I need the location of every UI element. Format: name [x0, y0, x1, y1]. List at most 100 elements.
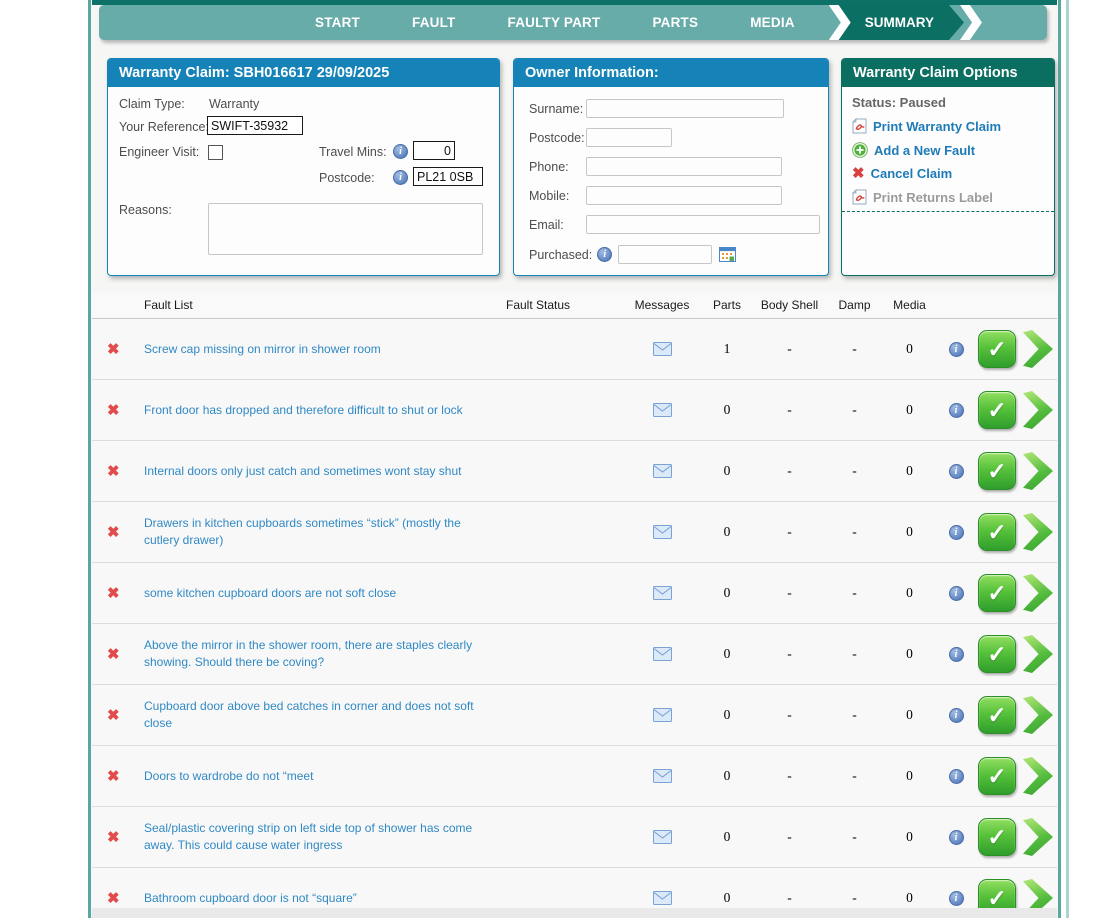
- delete-fault-icon[interactable]: ✖: [107, 586, 120, 601]
- info-icon[interactable]: i: [949, 525, 964, 540]
- owner-field-label: Mobile:: [529, 189, 586, 203]
- option-cancel-claim[interactable]: ✖ Cancel Claim: [852, 166, 1001, 181]
- owner-field-row: Mobile:: [529, 186, 782, 205]
- option-add-a-new-fault[interactable]: Add a New Fault: [852, 142, 1001, 158]
- info-icon[interactable]: i: [597, 247, 612, 262]
- complete-fault-button[interactable]: ✓: [978, 818, 1016, 856]
- info-icon[interactable]: i: [949, 647, 964, 662]
- option-link-label[interactable]: Add a New Fault: [874, 143, 975, 158]
- travel-mins-input[interactable]: [413, 141, 455, 160]
- info-icon[interactable]: i: [393, 144, 408, 159]
- message-icon[interactable]: [653, 891, 672, 905]
- info-icon[interactable]: i: [949, 403, 964, 418]
- message-icon[interactable]: [653, 403, 672, 417]
- info-icon[interactable]: i: [949, 830, 964, 845]
- info-icon[interactable]: i: [393, 170, 408, 185]
- fault-row: ✖ Cupboard door above bed catches in cor…: [92, 685, 1057, 746]
- damp-value: -: [827, 585, 882, 601]
- owner-email-input[interactable]: [586, 215, 820, 234]
- complete-fault-button[interactable]: ✓: [978, 635, 1016, 673]
- owner-mobile-input[interactable]: [586, 186, 782, 205]
- delete-fault-icon[interactable]: ✖: [107, 464, 120, 479]
- purchased-date-input[interactable]: [618, 245, 712, 264]
- option-print-warranty-claim[interactable]: Print Warranty Claim: [852, 118, 1001, 134]
- info-icon[interactable]: i: [949, 891, 964, 906]
- fault-link[interactable]: Screw cap missing on mirror in shower ro…: [140, 337, 500, 362]
- fault-link[interactable]: Bathroom cupboard door is not “square”: [140, 886, 500, 908]
- body-shell-value: -: [752, 646, 827, 662]
- tab-summary[interactable]: SUMMARY: [835, 5, 964, 40]
- info-icon[interactable]: i: [949, 708, 964, 723]
- open-fault-arrow[interactable]: [1023, 574, 1053, 612]
- fault-link[interactable]: Seal/plastic covering strip on left side…: [140, 816, 500, 858]
- complete-fault-button[interactable]: ✓: [978, 452, 1016, 490]
- nav-item-start[interactable]: START: [315, 15, 360, 30]
- info-icon[interactable]: i: [949, 342, 964, 357]
- open-fault-arrow[interactable]: [1023, 513, 1053, 551]
- owner-field-label: Surname:: [529, 102, 586, 116]
- owner-phone-input[interactable]: [586, 157, 782, 176]
- delete-fault-icon[interactable]: ✖: [107, 403, 120, 418]
- engineer-visit-checkbox[interactable]: [208, 145, 223, 160]
- info-icon[interactable]: i: [949, 769, 964, 784]
- owner-surname-input[interactable]: [586, 99, 784, 118]
- delete-fault-icon[interactable]: ✖: [107, 769, 120, 784]
- nav-item-fault[interactable]: FAULT: [412, 15, 456, 30]
- option-link-label[interactable]: Print Warranty Claim: [873, 119, 1001, 134]
- delete-fault-icon[interactable]: ✖: [107, 647, 120, 662]
- complete-fault-button[interactable]: ✓: [978, 696, 1016, 734]
- delete-fault-icon[interactable]: ✖: [107, 708, 120, 723]
- option-link-label[interactable]: Cancel Claim: [871, 166, 953, 181]
- complete-fault-button[interactable]: ✓: [978, 879, 1016, 908]
- message-icon[interactable]: [653, 586, 672, 600]
- delete-fault-icon[interactable]: ✖: [107, 891, 120, 906]
- open-fault-arrow[interactable]: [1023, 330, 1053, 368]
- info-icon[interactable]: i: [949, 464, 964, 479]
- message-icon[interactable]: [653, 525, 672, 539]
- fault-link[interactable]: Doors to wardrobe do not “meet: [140, 764, 500, 789]
- info-icon[interactable]: i: [949, 586, 964, 601]
- open-fault-arrow[interactable]: [1023, 696, 1053, 734]
- open-fault-arrow[interactable]: [1023, 818, 1053, 856]
- message-icon[interactable]: [653, 342, 672, 356]
- owner-field-label: Email:: [529, 218, 586, 232]
- complete-fault-button[interactable]: ✓: [978, 391, 1016, 429]
- fault-link[interactable]: Drawers in kitchen cupboards sometimes “…: [140, 511, 500, 553]
- delete-fault-icon[interactable]: ✖: [107, 525, 120, 540]
- delete-fault-icon[interactable]: ✖: [107, 342, 120, 357]
- delete-fault-icon[interactable]: ✖: [107, 830, 120, 845]
- nav-item-media[interactable]: MEDIA: [750, 15, 795, 30]
- nav-item-faulty-part[interactable]: FAULTY PART: [508, 15, 601, 30]
- message-icon[interactable]: [653, 647, 672, 661]
- open-fault-arrow[interactable]: [1023, 757, 1053, 795]
- complete-fault-button[interactable]: ✓: [978, 513, 1016, 551]
- complete-fault-button[interactable]: ✓: [978, 574, 1016, 612]
- reasons-textarea[interactable]: [208, 203, 483, 255]
- fault-link[interactable]: some kitchen cupboard doors are not soft…: [140, 581, 500, 606]
- message-icon[interactable]: [653, 464, 672, 478]
- message-icon[interactable]: [653, 708, 672, 722]
- nav-item-parts[interactable]: PARTS: [652, 15, 698, 30]
- fault-link[interactable]: Above the mirror in the shower room, the…: [140, 633, 500, 675]
- open-fault-arrow[interactable]: [1023, 391, 1053, 429]
- damp-value: -: [827, 890, 882, 906]
- calendar-icon[interactable]: [719, 247, 736, 262]
- open-fault-arrow[interactable]: [1023, 635, 1053, 673]
- cancel-icon: ✖: [852, 166, 865, 181]
- your-reference-input[interactable]: [207, 116, 303, 135]
- body-shell-value: -: [752, 341, 827, 357]
- fault-row: ✖ Above the mirror in the shower room, t…: [92, 624, 1057, 685]
- claim-postcode-input[interactable]: [413, 167, 483, 186]
- pdf-icon: [852, 118, 867, 134]
- message-icon[interactable]: [653, 769, 672, 783]
- open-fault-arrow[interactable]: [1023, 879, 1053, 908]
- message-icon[interactable]: [653, 830, 672, 844]
- owner-postcode-input[interactable]: [586, 128, 672, 147]
- fault-link[interactable]: Internal doors only just catch and somet…: [140, 459, 500, 484]
- fault-link[interactable]: Cupboard door above bed catches in corne…: [140, 694, 500, 736]
- complete-fault-button[interactable]: ✓: [978, 330, 1016, 368]
- open-fault-arrow[interactable]: [1023, 452, 1053, 490]
- damp-value: -: [827, 341, 882, 357]
- fault-link[interactable]: Front door has dropped and therefore dif…: [140, 398, 500, 423]
- complete-fault-button[interactable]: ✓: [978, 757, 1016, 795]
